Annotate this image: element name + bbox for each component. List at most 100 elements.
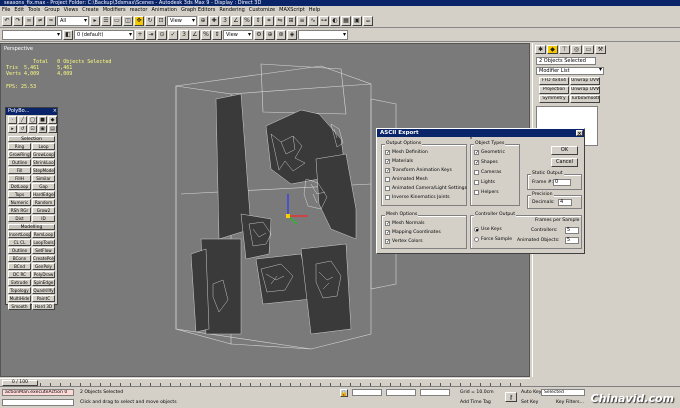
maxscript-input-field[interactable] xyxy=(2,399,74,406)
pb-tool-2-icon[interactable]: ↺ xyxy=(18,125,27,133)
spinedge-button[interactable]: SpinEdge xyxy=(32,279,55,286)
menu-help[interactable]: Help xyxy=(307,6,322,14)
named-selection-icon[interactable]: ⌗ xyxy=(264,15,274,26)
menu-group[interactable]: Group xyxy=(42,6,61,14)
motion-tab-icon[interactable]: ◎ xyxy=(571,45,582,54)
angle-snap-icon[interactable]: ∠ xyxy=(231,15,241,26)
reference-coord-select[interactable]: View xyxy=(167,15,197,26)
element-mode-icon[interactable]: ◆ xyxy=(48,116,57,124)
dist-button[interactable]: Dist xyxy=(8,215,31,222)
pb-tool-1-icon[interactable]: ▸ xyxy=(8,125,17,133)
angle2-icon[interactable]: ∠ xyxy=(190,29,200,40)
materials-box[interactable]: ✓ xyxy=(385,159,390,165)
select-object-icon[interactable]: ▸ xyxy=(90,15,100,26)
tops-button[interactable]: Tops xyxy=(8,191,31,198)
time-slider[interactable]: 0 / 100 xyxy=(0,378,530,387)
menu-rendering[interactable]: Rendering xyxy=(217,6,247,14)
pb-tool-5-icon[interactable]: ▤ xyxy=(48,125,57,133)
display-tab-icon[interactable]: ▭ xyxy=(583,45,594,54)
window-crossing-icon[interactable]: ◫ xyxy=(123,15,133,26)
mapping-coords-checkbox[interactable]: ✓ Mapping Coordinates xyxy=(385,230,441,236)
dc-rc-button[interactable]: DC RC xyxy=(8,271,31,278)
modifier-list-dropdown[interactable]: Modifier List xyxy=(536,67,604,75)
unlink-icon[interactable]: ≠ xyxy=(35,15,45,26)
shapes-checkbox[interactable]: ✓ Shapes xyxy=(474,160,498,166)
selection-filter-select[interactable]: All xyxy=(57,15,89,26)
snap2-icon[interactable]: 3 xyxy=(179,29,189,40)
extra-tool-4-icon[interactable]: ◈ xyxy=(287,29,297,40)
modify-tab-icon[interactable]: ◆ xyxy=(547,45,558,54)
select-by-name-icon[interactable]: ☰ xyxy=(101,15,111,26)
vertex-mode-icon[interactable]: · xyxy=(8,116,17,124)
schematic-view-icon[interactable]: ⊶ xyxy=(319,15,329,26)
render-setup-icon[interactable]: ▦ xyxy=(341,15,351,26)
cameras-box[interactable] xyxy=(474,170,479,175)
animated-objects-spinner[interactable]: 5 xyxy=(565,237,579,244)
viewport-label[interactable]: Perspective xyxy=(4,46,33,52)
shapes-box[interactable]: ✓ xyxy=(474,160,479,166)
menu-maxscript[interactable]: MAXScript xyxy=(277,6,307,14)
set-current-layer-icon[interactable]: ✓ xyxy=(168,29,178,40)
lights-box[interactable] xyxy=(474,180,479,185)
remloop-button[interactable]: RemLoop xyxy=(32,231,55,238)
material-editor-icon[interactable]: ◐ xyxy=(330,15,340,26)
ok-button[interactable]: OK xyxy=(551,146,578,155)
redo-icon[interactable]: ↷ xyxy=(13,15,23,26)
menu-reactor[interactable]: reactor xyxy=(128,6,150,14)
symmetry-button[interactable]: Symmetry xyxy=(539,95,569,103)
helpers-checkbox[interactable]: Helpers xyxy=(474,190,499,195)
createpoly-button[interactable]: CreatePoly xyxy=(32,255,55,262)
bcnd-button[interactable]: BCnd xyxy=(8,263,31,270)
multihide-button[interactable]: MultiHide xyxy=(8,295,31,302)
looptools-button[interactable]: LoopTools xyxy=(32,239,55,246)
stepmode-button[interactable]: StepMode xyxy=(32,167,55,174)
menu-tools[interactable]: Tools xyxy=(26,6,42,14)
rect-selection-icon[interactable]: ▭ xyxy=(112,15,122,26)
mirror-icon[interactable]: ⇋ xyxy=(275,15,285,26)
hierarchy-tab-icon[interactable]: ⊤ xyxy=(559,45,570,54)
insertloop-button[interactable]: InsertLoop xyxy=(8,231,31,238)
auto-key-button[interactable]: Auto Key xyxy=(521,390,541,395)
bind-spacewarp-icon[interactable]: ≈ xyxy=(46,15,56,26)
paintc-button[interactable]: PaintC xyxy=(32,295,55,302)
dotloop-button[interactable]: DotLoop xyxy=(8,183,31,190)
bconn-button[interactable]: BConn xyxy=(8,255,31,262)
render-frame-icon[interactable]: ▣ xyxy=(352,15,362,26)
projection-button[interactable]: Projection xyxy=(539,86,569,94)
decimals-spinner[interactable]: 4 xyxy=(558,199,572,206)
pb-tool-3-icon[interactable]: ⊡ xyxy=(28,125,37,133)
selected-keys-dropdown[interactable]: Selected xyxy=(541,389,585,396)
selection-section-header[interactable]: Selection xyxy=(8,136,55,142)
cameras-checkbox[interactable]: Cameras xyxy=(474,170,501,175)
layer-icon[interactable]: ◧ xyxy=(63,29,73,40)
x-coord-field[interactable] xyxy=(352,389,382,396)
undo-icon[interactable]: ↶ xyxy=(2,15,12,26)
setflow-button[interactable]: SetFlow xyxy=(32,247,55,254)
key-filters-button[interactable]: Key Filters... xyxy=(556,400,584,405)
fill-button[interactable]: Fill xyxy=(8,167,31,174)
select-rotate-icon[interactable]: ↻ xyxy=(145,15,155,26)
extra-tool-1-icon[interactable]: ⚙ xyxy=(254,29,264,40)
genpoly-button[interactable]: GenPoly xyxy=(32,263,55,270)
geometric-checkbox[interactable]: ✓ Geometric xyxy=(474,150,505,156)
quadrilify-button[interactable]: QuadrilIfy xyxy=(32,287,55,294)
select-move-icon[interactable]: ✥ xyxy=(134,15,144,26)
menu-modifiers[interactable]: Modifiers xyxy=(101,6,128,14)
add-to-layer-icon[interactable]: ⇥ xyxy=(146,29,156,40)
animated-mesh-checkbox[interactable]: Animated Mesh xyxy=(385,177,428,182)
pb-tool-4-icon[interactable]: ▣ xyxy=(38,125,47,133)
z-coord-field[interactable] xyxy=(420,389,450,396)
menu-edit[interactable]: Edit xyxy=(12,6,26,14)
polyboost-titlebar[interactable]: PolyBo... × xyxy=(6,108,57,115)
mesh-definition-box[interactable]: ✓ xyxy=(385,150,390,156)
dialog-titlebar[interactable]: ASCII Export × xyxy=(377,129,584,137)
named-selection-set-select[interactable] xyxy=(2,29,62,40)
spinner-snap-icon[interactable]: ⇕ xyxy=(253,15,263,26)
menu-customize[interactable]: Customize xyxy=(247,6,277,14)
menu-graph-editors[interactable]: Graph Editors xyxy=(179,6,217,14)
select-in-layer-icon[interactable]: ⊙ xyxy=(157,29,167,40)
menu-create[interactable]: Create xyxy=(80,6,101,14)
animated-camera-box[interactable] xyxy=(385,186,390,191)
snap-icon[interactable]: 3 xyxy=(220,15,230,26)
ik-joints-checkbox[interactable]: Inverse Kinematics Joints xyxy=(385,195,450,200)
